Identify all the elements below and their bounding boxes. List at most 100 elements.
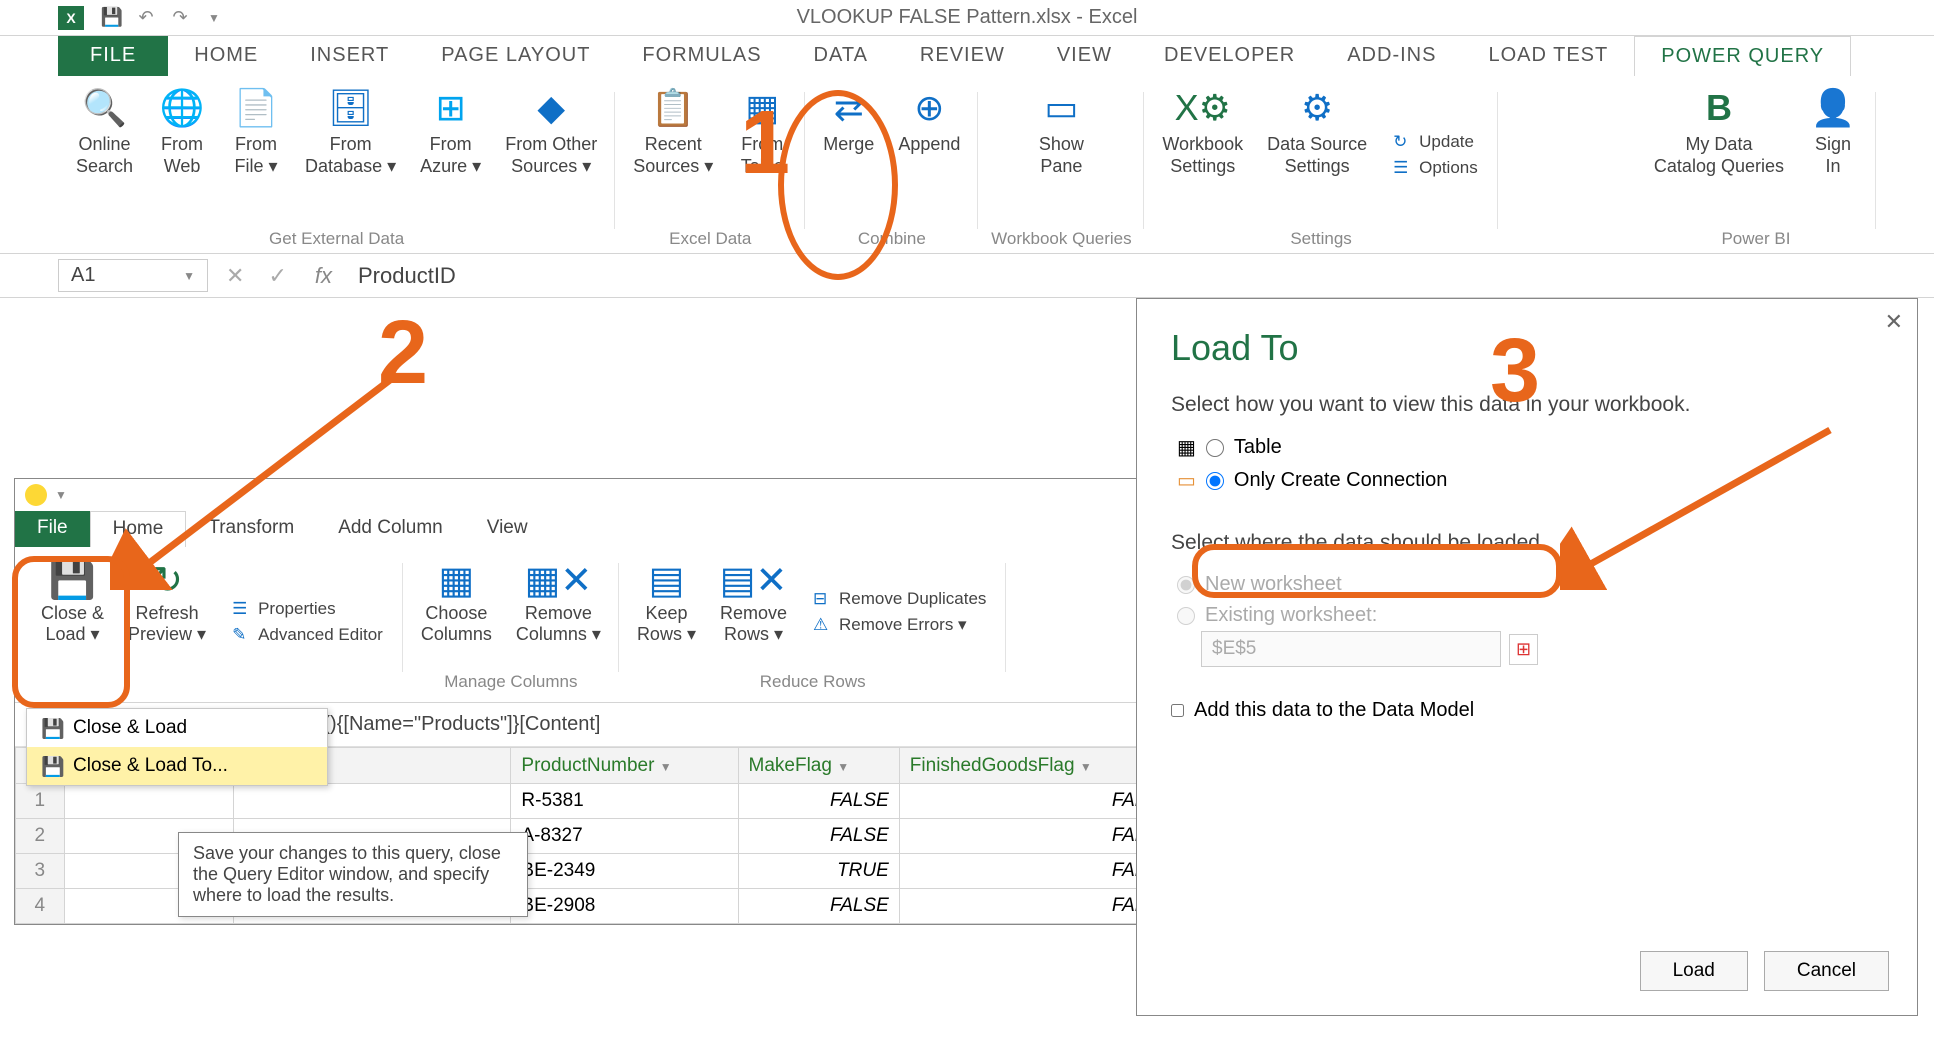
table-row[interactable]: 1R-5381FALSEFALS xyxy=(16,784,1169,819)
undo-icon[interactable]: ↶ xyxy=(132,4,160,32)
save-close-icon: 💾 xyxy=(50,557,96,603)
tab-file[interactable]: FILE xyxy=(58,36,168,76)
dup-icon: ⊟ xyxy=(813,589,833,609)
remove-columns-icon: ▦✕ xyxy=(535,557,581,603)
from-web-button[interactable]: 🌐From Web xyxy=(147,82,217,227)
data-source-settings-button[interactable]: ⚙Data Source Settings xyxy=(1257,82,1377,227)
qe-tab-view[interactable]: View xyxy=(465,511,550,547)
group-label: Settings xyxy=(1290,227,1351,253)
table-icon: ▦ xyxy=(740,86,784,130)
option-table[interactable]: ▦ Table xyxy=(1171,431,1883,464)
refresh-preview-button[interactable]: ↻Refresh Preview ▾ xyxy=(118,553,216,690)
tab-view[interactable]: VIEW xyxy=(1031,36,1138,76)
qe-tab-add-column[interactable]: Add Column xyxy=(316,511,465,547)
close-and-load-button[interactable]: 💾Close & Load ▾ xyxy=(31,553,114,690)
save-icon[interactable]: 💾 xyxy=(98,4,126,32)
remove-rows-icon: ▤✕ xyxy=(731,557,777,603)
show-pane-button[interactable]: ▭Show Pane xyxy=(986,82,1136,227)
workbook-settings-button[interactable]: X⚙Workbook Settings xyxy=(1152,82,1253,227)
keep-rows-button[interactable]: ▤Keep Rows ▾ xyxy=(627,553,706,670)
from-table-button[interactable]: ▦From Table xyxy=(727,82,797,227)
from-database-button[interactable]: 🗄From Database ▾ xyxy=(295,82,406,227)
tab-power-query[interactable]: POWER QUERY xyxy=(1634,36,1851,76)
group-label: Power BI xyxy=(1721,227,1790,253)
radio-new-ws xyxy=(1177,576,1195,594)
properties-icon: ☰ xyxy=(232,599,252,619)
cancel-button[interactable]: Cancel xyxy=(1764,951,1889,991)
cell-reference-input xyxy=(1201,631,1501,667)
tab-home[interactable]: HOME xyxy=(168,36,284,76)
tab-insert[interactable]: INSERT xyxy=(284,36,415,76)
add-to-data-model[interactable]: Add this data to the Data Model xyxy=(1171,699,1883,722)
tab-page-layout[interactable]: PAGE LAYOUT xyxy=(415,36,616,76)
recent-sources-button[interactable]: 📋Recent Sources ▾ xyxy=(623,82,723,227)
option-connection[interactable]: ▭ Only Create Connection xyxy=(1171,464,1883,497)
tab-formulas[interactable]: FORMULAS xyxy=(616,36,787,76)
qe-tab-file[interactable]: File xyxy=(15,511,90,547)
my-data-catalog-button[interactable]: BMy Data Catalog Queries xyxy=(1644,82,1794,227)
gear-icon: X⚙ xyxy=(1181,86,1225,130)
qe-tab-transform[interactable]: Transform xyxy=(186,511,316,547)
quick-access-toolbar: 💾 ↶ ↷ ▼ xyxy=(0,0,1934,36)
options-button[interactable]: ☰Options xyxy=(1389,156,1482,180)
remove-duplicates-button[interactable]: ⊟Remove Duplicates xyxy=(809,587,990,611)
smiley-icon xyxy=(25,484,47,506)
update-button[interactable]: ↻Update xyxy=(1389,130,1482,154)
tab-data[interactable]: DATA xyxy=(788,36,894,76)
qe-tab-home[interactable]: Home xyxy=(90,511,187,547)
save-icon: 💾 xyxy=(41,717,63,739)
remove-columns-button[interactable]: ▦✕Remove Columns ▾ xyxy=(506,553,611,670)
connection-icon: ▭ xyxy=(1177,468,1196,493)
sign-in-button[interactable]: 👤Sign In xyxy=(1798,82,1868,227)
from-file-button[interactable]: 📄From File ▾ xyxy=(221,82,291,227)
cancel-icon[interactable]: ✕ xyxy=(220,263,250,289)
checkbox-data-model[interactable] xyxy=(1171,704,1184,717)
radio-connection[interactable] xyxy=(1206,472,1224,490)
redo-icon[interactable]: ↷ xyxy=(166,4,194,32)
remove-errors-button[interactable]: ⚠Remove Errors ▾ xyxy=(809,613,990,637)
err-icon: ⚠ xyxy=(813,615,833,635)
radio-existing-ws xyxy=(1177,607,1195,625)
check-icon[interactable]: ✓ xyxy=(262,263,292,289)
col-header[interactable]: FinishedGoodsFlag ▼ xyxy=(899,748,1168,784)
powerbi-icon: B xyxy=(1697,86,1741,130)
qe-qat-dropdown[interactable]: ▼ xyxy=(55,488,67,502)
formula-input[interactable]: ProductID xyxy=(354,259,1934,293)
col-header[interactable]: MakeFlag ▼ xyxy=(738,748,899,784)
col-header[interactable]: ProductNumber ▼ xyxy=(511,748,738,784)
diamond-icon: ◆ xyxy=(529,86,573,130)
merge-icon: ⇄ xyxy=(827,86,871,130)
fx-icon[interactable]: fx xyxy=(305,263,342,289)
load-to-where: Select where the data should be loaded. xyxy=(1171,531,1883,555)
close-load-to-item[interactable]: 💾Close & Load To... xyxy=(27,747,327,785)
group-label: Manage Columns xyxy=(444,670,577,696)
ribbon-power-query: 🔍Online Search 🌐From Web 📄From File ▾ 🗄F… xyxy=(0,76,1934,254)
online-search-button[interactable]: 🔍Online Search xyxy=(66,82,143,227)
append-button[interactable]: ⊕Append xyxy=(888,82,970,227)
tab-loadtest[interactable]: LOAD TEST xyxy=(1462,36,1634,76)
tab-addins[interactable]: ADD-INS xyxy=(1321,36,1462,76)
from-azure-button[interactable]: ⊞From Azure ▾ xyxy=(410,82,491,227)
keep-rows-icon: ▤ xyxy=(643,557,689,603)
choose-columns-button[interactable]: ▦Choose Columns xyxy=(411,553,502,670)
close-load-item[interactable]: 💾Close & Load xyxy=(27,709,327,747)
qat-dropdown-icon[interactable]: ▼ xyxy=(200,4,228,32)
columns-icon: ▦ xyxy=(433,557,479,603)
close-load-menu: 💾Close & Load 💾Close & Load To... xyxy=(26,708,328,786)
properties-button[interactable]: ☰Properties xyxy=(228,597,387,621)
remove-rows-button[interactable]: ▤✕Remove Rows ▾ xyxy=(710,553,797,670)
gear-icon: ⚙ xyxy=(1295,86,1339,130)
pane-icon: ▭ xyxy=(1039,86,1083,130)
name-box[interactable]: A1▼ xyxy=(58,259,208,292)
load-button[interactable]: Load xyxy=(1640,951,1748,991)
close-icon[interactable]: ✕ xyxy=(1885,309,1903,335)
tab-review[interactable]: REVIEW xyxy=(894,36,1031,76)
globe-icon: 🌐 xyxy=(160,86,204,130)
radio-table[interactable] xyxy=(1206,439,1224,457)
from-other-sources-button[interactable]: ◆From Other Sources ▾ xyxy=(495,82,607,227)
advanced-editor-button[interactable]: ✎Advanced Editor xyxy=(228,623,387,647)
tab-developer[interactable]: DEVELOPER xyxy=(1138,36,1321,76)
load-to-panel: ✕ Load To Select how you want to view th… xyxy=(1136,298,1918,1016)
search-icon: 🔍 xyxy=(83,86,127,130)
merge-button[interactable]: ⇄Merge xyxy=(813,82,884,227)
